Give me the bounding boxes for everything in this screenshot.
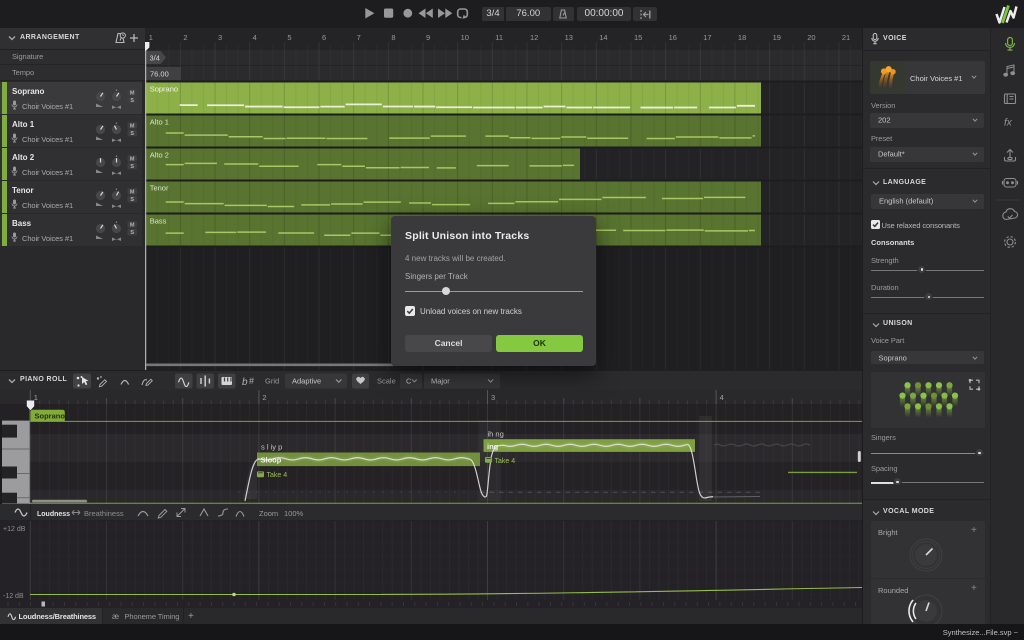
svg-text:M: M [130, 189, 135, 195]
svg-text:Sloop: Sloop [261, 456, 282, 465]
svg-text:ih ng: ih ng [488, 430, 504, 439]
svg-text:M: M [130, 156, 135, 162]
svg-text:9: 9 [426, 33, 430, 42]
svg-text:16: 16 [669, 33, 677, 42]
svg-text:Zoom: Zoom [259, 509, 278, 518]
svg-text:10: 10 [461, 33, 469, 42]
svg-text:C: C [406, 377, 412, 386]
svg-text:100%: 100% [284, 509, 304, 518]
svg-text:Scale: Scale [377, 377, 396, 386]
svg-text:fx: fx [1004, 118, 1013, 129]
svg-text:b: b [242, 377, 248, 388]
svg-text:Breathiness: Breathiness [84, 509, 124, 518]
svg-text:S: S [130, 197, 134, 203]
svg-text:S: S [130, 164, 134, 170]
svg-text:3: 3 [218, 33, 222, 42]
svg-text:M: M [130, 222, 135, 228]
svg-text:S: S [130, 230, 134, 236]
svg-text:11: 11 [495, 33, 503, 42]
svg-text:M: M [130, 123, 135, 129]
svg-text:-12 dB: -12 dB [3, 593, 24, 600]
svg-text:1: 1 [149, 33, 153, 42]
svg-text:Alto 1: Alto 1 [150, 118, 169, 127]
svg-text:Loudness: Loudness [37, 511, 70, 518]
svg-text:Alto 2: Alto 2 [150, 151, 169, 160]
svg-text:Soprano: Soprano [35, 412, 66, 421]
svg-text:s l iy p: s l iy p [261, 443, 282, 452]
svg-text:ing: ing [487, 442, 499, 451]
svg-text:Adaptive: Adaptive [292, 377, 321, 386]
svg-text:17: 17 [703, 33, 711, 42]
svg-text:2: 2 [262, 393, 266, 402]
svg-text:7: 7 [357, 33, 361, 42]
svg-text:14: 14 [599, 33, 607, 42]
svg-text:Tenor: Tenor [150, 184, 169, 193]
svg-text:76.00: 76.00 [150, 70, 169, 79]
svg-text:Take 4: Take 4 [495, 458, 516, 465]
svg-text:M: M [130, 90, 135, 96]
svg-text:Major: Major [431, 377, 450, 386]
svg-text:#: # [249, 376, 254, 386]
svg-text:15: 15 [634, 33, 642, 42]
svg-text:S: S [130, 98, 134, 104]
svg-text:4: 4 [720, 393, 724, 402]
svg-text:20: 20 [807, 33, 815, 42]
svg-text:18: 18 [738, 33, 746, 42]
svg-text:3/4: 3/4 [150, 54, 160, 63]
svg-text:S: S [130, 131, 134, 137]
svg-text:6: 6 [322, 33, 326, 42]
svg-text:19: 19 [773, 33, 781, 42]
svg-text:Take 4: Take 4 [267, 472, 288, 479]
svg-text:Grid: Grid [265, 377, 279, 386]
svg-text:Bass: Bass [150, 217, 167, 226]
svg-text:3: 3 [491, 393, 495, 402]
svg-text:2: 2 [183, 33, 187, 42]
svg-text:8: 8 [391, 33, 395, 42]
svg-text:4: 4 [253, 33, 257, 42]
svg-text:5: 5 [287, 33, 291, 42]
svg-text:13: 13 [565, 33, 573, 42]
svg-text:+12 dB: +12 dB [3, 526, 26, 533]
svg-text:Soprano: Soprano [150, 85, 178, 94]
svg-text:12: 12 [530, 33, 538, 42]
svg-text:21: 21 [842, 33, 850, 42]
